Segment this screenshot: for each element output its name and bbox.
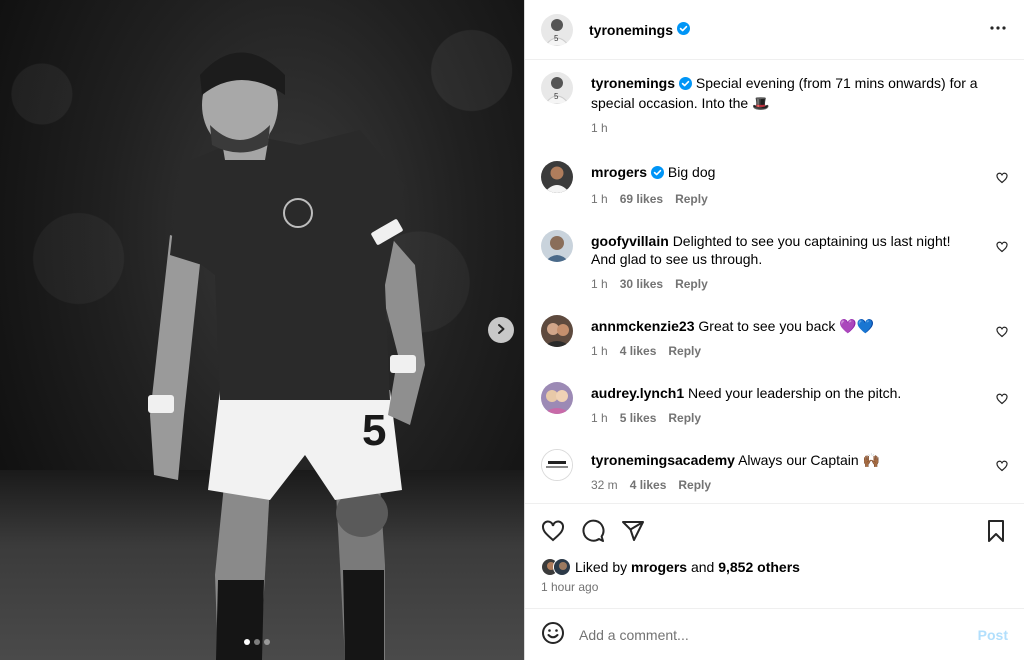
comment-likes[interactable]: 5 likes: [620, 409, 657, 427]
reply-button[interactable]: Reply: [675, 275, 708, 293]
svg-text:5: 5: [554, 34, 559, 43]
more-options-icon[interactable]: [988, 18, 1008, 41]
svg-text:5: 5: [554, 92, 559, 101]
verified-badge-icon: [677, 21, 691, 38]
carousel-dot: [244, 639, 250, 645]
chevron-right-icon: [495, 322, 507, 338]
commenter-avatar[interactable]: [541, 161, 573, 193]
commenter-avatar[interactable]: [541, 315, 573, 347]
comment-username[interactable]: goofyvillain: [591, 233, 669, 249]
comment-heart-icon[interactable]: [996, 171, 1008, 187]
comment-username[interactable]: annmckenzie23: [591, 318, 695, 334]
comment-icon[interactable]: [581, 519, 605, 546]
carousel-dot: [264, 639, 270, 645]
commenter-avatar[interactable]: [541, 230, 573, 262]
comment-time[interactable]: 32 m: [591, 476, 618, 494]
comment-text: Great to see you back 💜💙: [698, 318, 875, 334]
action-bar: [541, 518, 1008, 546]
comment-heart-icon[interactable]: [996, 240, 1008, 256]
verified-badge-icon: [679, 76, 693, 94]
liker-avatar: [553, 558, 571, 576]
caption-text: tyronemings Special evening (from 71 min…: [591, 74, 1008, 112]
carousel-indicator: [244, 639, 270, 645]
comment-likes[interactable]: 4 likes: [620, 342, 657, 360]
heart-icon[interactable]: [541, 519, 565, 546]
comment-heart-icon[interactable]: [996, 459, 1008, 475]
comment-input[interactable]: [579, 626, 978, 643]
reply-button[interactable]: Reply: [678, 476, 711, 494]
carousel-next-button[interactable]: [488, 317, 514, 343]
author-avatar[interactable]: 5: [541, 13, 573, 46]
comment-time[interactable]: 1 h: [591, 342, 608, 360]
comment-time[interactable]: 1 h: [591, 409, 608, 427]
carousel-dot: [254, 639, 260, 645]
reply-button[interactable]: Reply: [675, 190, 708, 208]
post-dialog: 5 5 tyronemings 5 tyronemings Special ev…: [0, 0, 1024, 660]
commenter-avatar[interactable]: [541, 449, 573, 481]
caption-meta: 1 h: [591, 119, 1008, 137]
player-figure: 5: [148, 52, 425, 660]
shirt-number: 5: [362, 406, 386, 455]
comment-likes[interactable]: 30 likes: [620, 275, 663, 293]
comment-text: Always our Captain 🙌🏾: [738, 452, 881, 468]
comment-text: Big dog: [667, 164, 716, 180]
liked-by-others[interactable]: 9,852 others: [718, 559, 800, 575]
author-avatar[interactable]: 5: [541, 72, 573, 104]
commenter-avatar[interactable]: [541, 382, 573, 414]
comment-likes[interactable]: 69 likes: [620, 190, 663, 208]
author-username[interactable]: tyronemings: [589, 22, 673, 38]
comment-username[interactable]: audrey.lynch1: [591, 385, 684, 401]
comment-row: mrogers Big dog 1 h 69 likes Reply: [541, 161, 1008, 208]
emoji-icon[interactable]: [541, 621, 565, 648]
post-photo[interactable]: 5: [0, 0, 524, 660]
comment-row: goofyvillain Delighted to see you captai…: [541, 230, 1008, 293]
likes-summary: Liked by mrogers and 9,852 others: [541, 558, 1008, 576]
caption-time[interactable]: 1 h: [591, 119, 608, 137]
add-comment-bar: Post: [525, 608, 1024, 660]
comment-row: audrey.lynch1 Need your leadership on th…: [541, 382, 1008, 427]
comments-list: 5 tyronemings Special evening (from 71 m…: [525, 60, 1024, 503]
comment-likes[interactable]: 4 likes: [630, 476, 667, 494]
post-actions: Liked by mrogers and 9,852 others 1 hour…: [525, 503, 1024, 594]
comment-text: Need your leadership on the pitch.: [688, 385, 902, 401]
comment-row: annmckenzie23 Great to see you back 💜💙 1…: [541, 315, 1008, 360]
comment-heart-icon[interactable]: [996, 325, 1008, 341]
post-header: 5 tyronemings: [525, 0, 1024, 60]
verified-badge-icon: [651, 165, 665, 183]
bookmark-icon[interactable]: [984, 519, 1008, 546]
reply-button[interactable]: Reply: [668, 342, 701, 360]
caption-username[interactable]: tyronemings: [591, 75, 675, 91]
comment-username[interactable]: tyronemingsacademy: [591, 452, 735, 468]
caption-row: 5 tyronemings Special evening (from 71 m…: [541, 72, 1008, 137]
liked-by-and: and: [690, 559, 715, 575]
comment-username[interactable]: mrogers: [591, 164, 647, 180]
comment-time[interactable]: 1 h: [591, 275, 608, 293]
reply-button[interactable]: Reply: [668, 409, 701, 427]
share-icon[interactable]: [621, 519, 645, 546]
comment-row: tyronemingsacademy Always our Captain 🙌🏾…: [541, 449, 1008, 494]
post-time[interactable]: 1 hour ago: [541, 580, 1008, 594]
comment-heart-icon[interactable]: [996, 392, 1008, 408]
post-side-panel: 5 tyronemings 5 tyronemings Special even…: [524, 0, 1024, 660]
liked-by-prefix: Liked by: [575, 559, 628, 575]
post-comment-button[interactable]: Post: [978, 627, 1008, 643]
comment-time[interactable]: 1 h: [591, 190, 608, 208]
liked-by-user[interactable]: mrogers: [631, 559, 687, 575]
